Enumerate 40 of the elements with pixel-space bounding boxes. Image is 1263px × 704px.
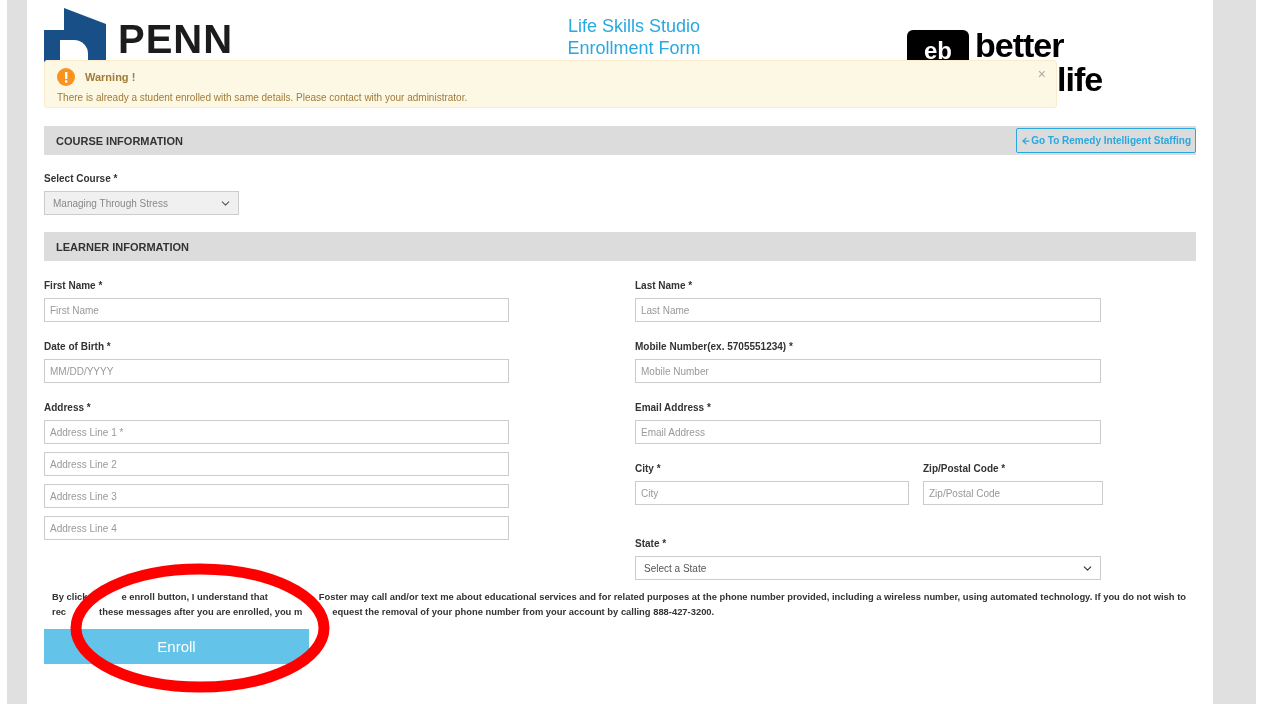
- input-field[interactable]: Last Name: [635, 298, 1101, 322]
- field-label: Zip/Postal Code *: [923, 462, 1007, 476]
- disclaimer-text: Foster may call and/or text me about educational services and for related purposes at the phone number provided, including a wireless number, using automated technology. If you do not wish to: [318, 590, 1186, 604]
- disclaimer-text: e enroll button, I understand that: [121, 590, 268, 604]
- logo-text: life: [1057, 64, 1103, 94]
- field-label: Address *: [44, 401, 92, 415]
- input-field[interactable]: Address Line 1 *: [44, 420, 509, 444]
- field-label: State *: [635, 537, 668, 551]
- input-field[interactable]: City: [635, 481, 909, 505]
- input-field[interactable]: Email Address: [635, 420, 1101, 444]
- disclaimer-text: these messages after you are enrolled, you m: [99, 605, 303, 619]
- alert-message: There is already a student enrolled with same details. Please contact with your administrator.: [57, 92, 469, 103]
- form-title: Life Skills Studio: [567, 15, 701, 37]
- section-title: LEARNER INFORMATION: [56, 240, 189, 253]
- disclaimer-text: rec: [52, 605, 67, 619]
- field-label: Select Course *: [44, 172, 119, 186]
- logo-text: better: [975, 30, 1065, 60]
- field-label: City *: [635, 462, 662, 476]
- field-label: Email Address *: [635, 401, 712, 415]
- field-label: Date of Birth *: [44, 340, 112, 354]
- input-field[interactable]: Address Line 3: [44, 484, 509, 508]
- field-label: Last Name *: [635, 279, 694, 293]
- input-field[interactable]: Mobile Number: [635, 359, 1101, 383]
- input-field[interactable]: Address Line 2: [44, 452, 509, 476]
- disclaimer-text: equest the removal of your phone number from your account by calling 888-427-3200.: [332, 605, 715, 619]
- logo-text: PENN: [118, 16, 234, 62]
- input-field[interactable]: MM/DD/YYYY: [44, 359, 509, 383]
- input-field[interactable]: First Name: [44, 298, 509, 322]
- input-field[interactable]: Zip/Postal Code: [923, 481, 1103, 505]
- section-title: COURSE INFORMATION: [56, 134, 183, 147]
- alert-title: Warning !: [85, 71, 136, 83]
- close-button[interactable]: ×: [1037, 66, 1046, 82]
- arrow-left-icon: [1021, 135, 1032, 146]
- warning-icon: [57, 68, 75, 86]
- form-title: Enrollment Form: [567, 37, 701, 59]
- state-select[interactable]: Select a State: [635, 556, 1101, 580]
- input-field[interactable]: Address Line 4: [44, 516, 509, 540]
- enroll-button[interactable]: Enroll: [44, 629, 309, 664]
- field-label: Mobile Number(ex. 5705551234) *: [635, 340, 794, 354]
- field-label: First Name *: [44, 279, 104, 293]
